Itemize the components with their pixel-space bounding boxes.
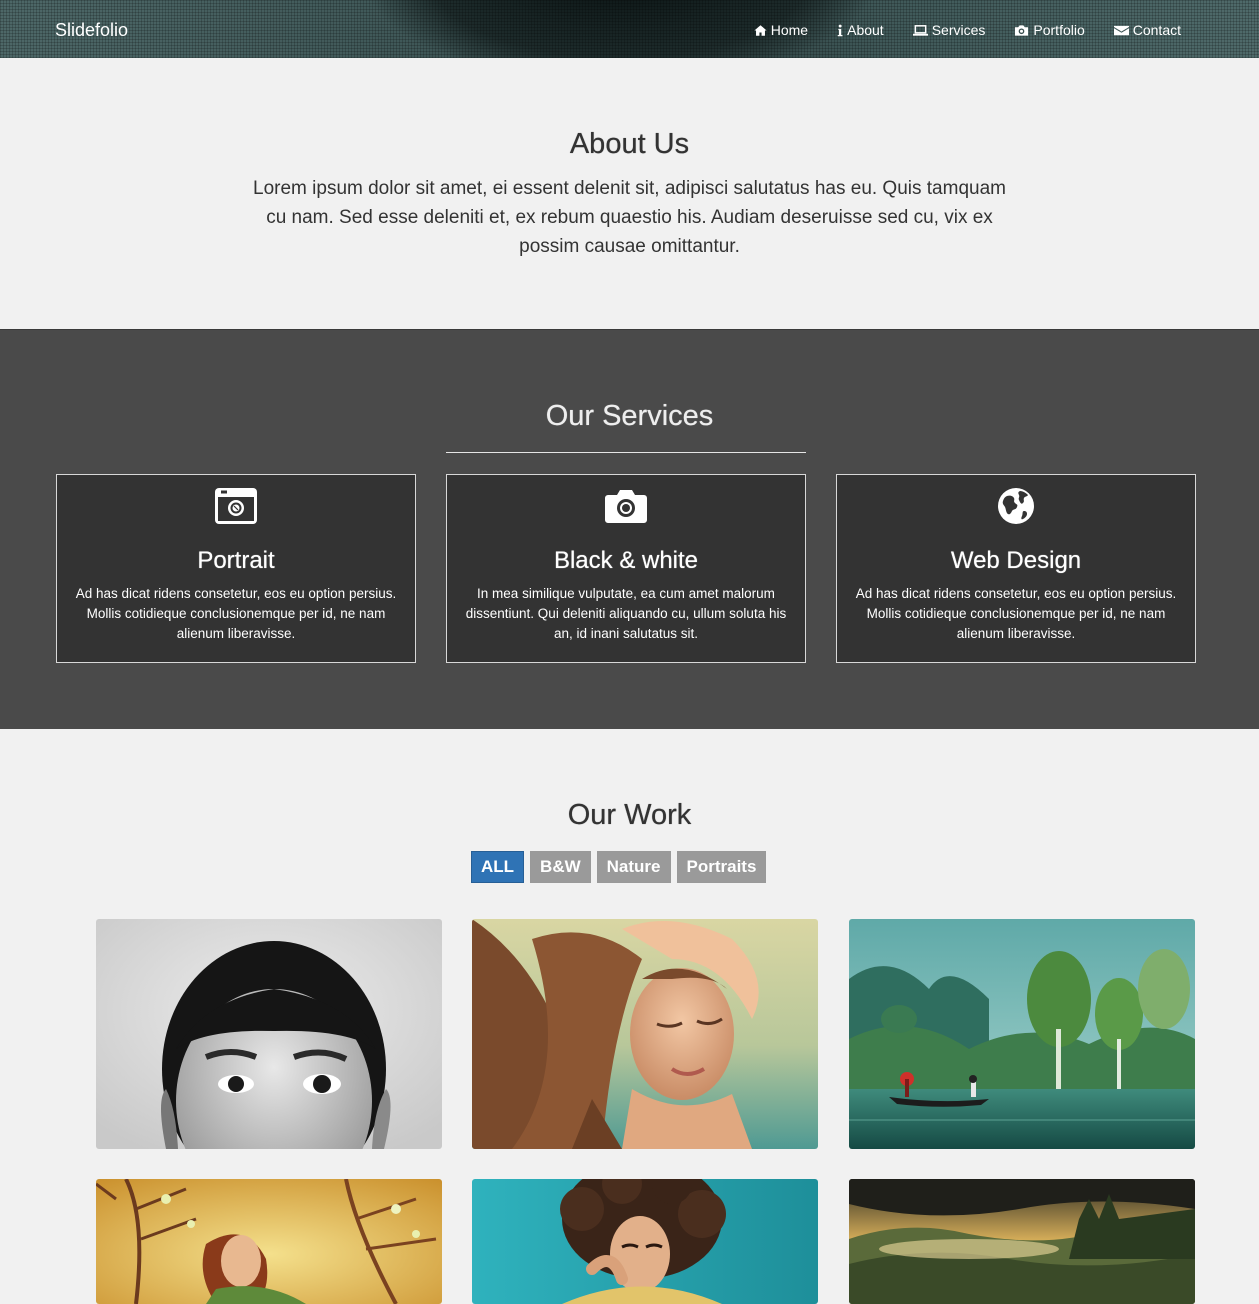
filter-nature-button[interactable]: Nature [596,851,671,883]
service-text: In mea similique vulputate, ea cum amet … [465,586,787,641]
about-section: About Us Lorem ipsum dolor sit amet, ei … [0,58,1259,329]
envelope-icon [1113,24,1129,37]
portfolio-item-woman-blossoms[interactable] [96,1179,442,1304]
portfolio-item-woman-curly-hair[interactable] [472,1179,818,1304]
nav-link-contact[interactable]: Contact [1113,22,1181,38]
service-card-black-white: Black & white In mea similique vulputate… [446,474,806,663]
nav-link-label: About [847,22,884,38]
service-title: Black & white [553,547,699,574]
service-text: Ad has dicat ridens consetetur, eos eu o… [855,586,1177,641]
woman-hair-photo [472,919,818,1149]
info-icon [837,24,843,37]
camera-icon [604,487,648,525]
filter-bw-button[interactable]: B&W [530,851,591,883]
service-title: Web Design [950,547,1082,574]
nav-link-about[interactable]: About [837,22,884,38]
lake-boat-photo [849,919,1195,1149]
woman-blossoms-photo [96,1179,442,1304]
nav-link-services[interactable]: Services [912,22,986,38]
nav-menu: Home About Services Portfolio Contact [725,22,1181,38]
woman-curly-hair-photo [472,1179,818,1304]
work-title: Our Work [567,799,692,831]
brand-logo[interactable]: Slidefolio [55,20,128,41]
filter-all-button[interactable]: ALL [471,851,525,883]
work-section: Our Work ALL B&W Nature Portraits [0,729,1259,1304]
navbar: Slidefolio Home About Services Portfolio [0,0,1259,58]
camera-icon [1014,24,1029,37]
portfolio-item-bw-portrait[interactable] [96,919,442,1149]
about-text: Lorem ipsum dolor sit amet, ei essent de… [253,178,1006,257]
portfolio-item-lake-boat[interactable] [849,919,1195,1149]
globe-icon [994,487,1038,525]
service-text: Ad has dicat ridens consetetur, eos eu o… [75,586,397,641]
home-icon [754,24,767,37]
about-title: About Us [569,128,690,160]
services-divider [446,452,806,453]
nav-link-label: Services [931,22,986,38]
laptop-icon [912,24,928,37]
nav-link-portfolio[interactable]: Portfolio [1014,22,1085,38]
nav-link-label: Contact [1132,22,1181,38]
services-title: Our Services [545,400,714,432]
misty-forest-photo [849,1179,1195,1304]
nav-link-home[interactable]: Home [754,22,808,38]
nav-link-label: Home [770,22,809,38]
portfolio-item-misty-forest[interactable] [849,1179,1195,1304]
portfolio-item-woman-hair[interactable] [472,919,818,1149]
services-section: Our Services Portrait Ad has dicat riden… [0,329,1259,729]
filter-portraits-button[interactable]: Portraits [676,851,767,883]
bw-portrait-photo [96,919,442,1149]
portfolio-filters: ALL B&W Nature Portraits [471,851,767,883]
service-title: Portrait [197,547,275,574]
service-card-portrait: Portrait Ad has dicat ridens consetetur,… [56,474,416,663]
instagram-camera-icon [214,487,258,525]
nav-link-label: Portfolio [1033,22,1085,38]
service-card-web-design: Web Design Ad has dicat ridens consetetu… [836,474,1196,663]
